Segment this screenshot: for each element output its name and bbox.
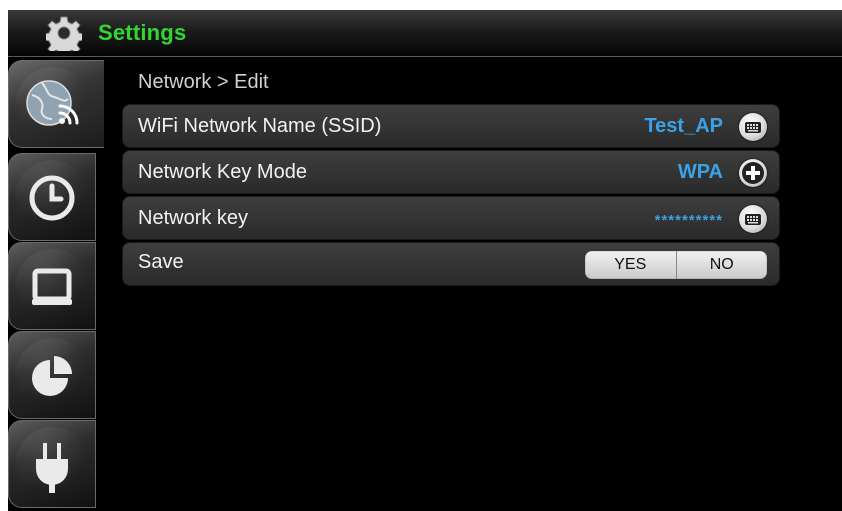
tab-network[interactable] [8,60,104,148]
page-title: Settings [98,20,187,45]
clock-icon [29,175,75,221]
network-key-row[interactable]: Network key ********** [122,196,780,240]
key-mode-row[interactable]: Network Key Mode WPA [122,150,780,194]
power-plug-icon [36,443,68,493]
ssid-value: Test_AP [644,115,723,137]
header-bar: Settings [8,10,842,57]
ssid-row[interactable]: WiFi Network Name (SSID) Test_AP [122,104,780,148]
tab-display[interactable] [8,242,96,330]
plus-icon[interactable] [739,159,767,187]
keyboard-icon[interactable] [739,205,767,233]
breadcrumb: Network > Edit [138,71,269,93]
no-button[interactable]: NO [675,251,768,279]
device-screen: Settings Network > Edit WiFi Network Nam… [8,10,842,511]
sidebar [8,58,104,511]
key-mode-value: WPA [677,161,723,183]
key-mode-label: Network Key Mode [138,161,307,183]
network-key-value: ********** [654,212,723,229]
pie-chart-icon [32,356,72,396]
tab-clock[interactable] [8,153,96,241]
keyboard-icon[interactable] [739,113,767,141]
save-row: Save YES NO [122,242,780,286]
globe-wifi-icon [26,80,79,126]
network-key-label: Network key [138,207,249,229]
tab-power[interactable] [8,420,96,508]
ssid-label: WiFi Network Name (SSID) [138,115,382,137]
save-label: Save [138,251,184,273]
tab-statistics[interactable] [8,331,96,419]
monitor-icon [32,268,72,305]
yes-button[interactable]: YES [585,251,676,279]
gear-icon [46,16,82,51]
save-toggle[interactable]: YES NO [585,251,767,279]
